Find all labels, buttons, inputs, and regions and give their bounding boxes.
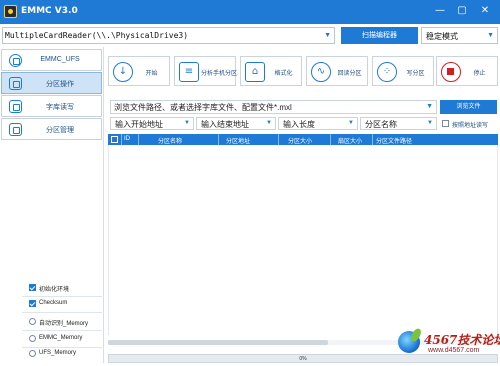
option-label: 按照地址读写 <box>452 123 489 129</box>
rw-icon <box>9 100 22 113</box>
partition-name-input[interactable]: 分区名称 ▼ <box>360 117 437 130</box>
option-label: 初始化环境 <box>39 287 70 293</box>
option-label: EMMC_Memory <box>39 335 83 341</box>
readback-label: 回读分区 <box>337 71 362 77</box>
stop-icon <box>441 62 461 82</box>
start-address-input[interactable]: 输入开始地址 ▼ <box>110 117 194 130</box>
column-header-partition-size[interactable]: 分区大小 <box>288 136 312 145</box>
browse-file-button[interactable]: 浏览文件 <box>440 100 497 114</box>
length-value: 输入长度 <box>283 120 315 129</box>
globe-logo-icon <box>398 331 420 353</box>
partition-table-header: ID 分区名称 分区地址 分区大小 扇区大小 分区文件路径 <box>108 134 498 145</box>
app-logo-icon <box>4 5 17 18</box>
chevron-down-icon: ▼ <box>324 32 331 39</box>
sidebar-item-partition-ops[interactable]: 分区操作 <box>1 72 102 94</box>
checkbox-unchecked[interactable] <box>442 120 449 127</box>
column-header-partition-address[interactable]: 分区地址 <box>226 136 250 145</box>
chevron-down-icon: ▼ <box>426 103 433 110</box>
end-address-input[interactable]: 输入结束地址 ▼ <box>196 117 276 130</box>
title-bar: EMMC V3.0 — ▢ ✕ <box>0 0 500 24</box>
start-button[interactable]: ↓ 开始 <box>108 56 170 86</box>
write-label: 写分区 <box>406 71 425 77</box>
divider <box>372 134 373 145</box>
option-label: 自动识别_Memory <box>39 321 89 327</box>
divider <box>22 296 102 297</box>
divider <box>330 134 331 145</box>
mode-select-value: 稳定模式 <box>426 32 458 41</box>
end-address-value: 输入结束地址 <box>201 120 249 129</box>
column-header-file-path[interactable]: 分区文件路径 <box>376 136 412 145</box>
chevron-down-icon: ▼ <box>427 120 433 126</box>
sidebar-item-label: 分区管理 <box>46 127 74 134</box>
divider <box>22 330 102 331</box>
write-partition-button[interactable]: ⁘ 写分区 <box>372 56 434 86</box>
stop-label: 停止 <box>473 71 486 77</box>
divider <box>218 134 219 145</box>
analyze-label: 分析手机分区 <box>201 71 238 77</box>
manage-icon <box>9 123 22 136</box>
select-all-checkbox[interactable] <box>111 136 118 143</box>
scan-programmer-button[interactable]: 扫描编程器 <box>341 27 418 44</box>
readback-partition-button[interactable]: ∿ 回读分区 <box>306 56 368 86</box>
close-button[interactable]: ✕ <box>474 2 496 20</box>
action-toolbar: ↓ 开始 ≡ 分析手机分区 ⌂ 格式化 ∿ 回读分区 ⁘ 写分区 停止 <box>106 56 498 88</box>
divider <box>278 134 279 145</box>
radio-button[interactable] <box>29 318 36 325</box>
column-header-partition-name[interactable]: 分区名称 <box>158 136 182 145</box>
radio-button[interactable] <box>29 350 36 357</box>
divider <box>22 347 102 348</box>
analyze-icon: ≡ <box>179 62 199 82</box>
download-icon: ↓ <box>113 62 133 82</box>
format-button[interactable]: ⌂ 格式化 <box>240 56 302 86</box>
watermark-url: www.d4567.com <box>428 347 480 354</box>
checkbox-checked[interactable] <box>29 300 36 307</box>
file-path-value: 浏览文件路径、或者选择字库文件、配置文件*.mxl <box>114 103 292 112</box>
partition-name-value: 分区名称 <box>365 120 397 129</box>
chevron-down-icon: ▼ <box>487 32 494 39</box>
length-input[interactable]: 输入长度 ▼ <box>278 117 358 130</box>
option-label: Checksum <box>39 300 68 306</box>
window-title: EMMC V3.0 <box>21 6 78 16</box>
divider <box>121 134 122 145</box>
sidebar-item-rw[interactable]: 字库读写 <box>1 95 102 117</box>
column-header-id[interactable]: ID <box>124 136 130 142</box>
partition-icon <box>9 77 22 90</box>
format-icon: ⌂ <box>245 62 265 82</box>
divider <box>138 134 139 145</box>
chevron-down-icon: ▼ <box>184 120 190 126</box>
radio-button[interactable] <box>29 335 36 342</box>
column-header-sector-size[interactable]: 扇区大小 <box>338 136 362 145</box>
chevron-down-icon: ▼ <box>266 120 272 126</box>
device-bar: MultipleCardReader(\\.\PhysicalDrive3) ▼… <box>0 27 500 45</box>
chip-icon <box>9 54 22 67</box>
watermark-logo: 4567技术论坛 www.d4567.com <box>398 329 500 359</box>
device-select[interactable]: MultipleCardReader(\\.\PhysicalDrive3) ▼ <box>2 27 335 44</box>
sidebar-item-partition-manage[interactable]: 分区管理 <box>1 118 102 140</box>
start-label: 开始 <box>145 71 158 77</box>
maximize-button[interactable]: ▢ <box>451 2 473 20</box>
sidebar-item-label: 分区操作 <box>46 81 74 88</box>
sidebar-item-emmc-ufs[interactable]: EMMC_UFS <box>1 49 102 71</box>
divider <box>22 312 102 313</box>
mode-select[interactable]: 稳定模式 ▼ <box>421 27 498 44</box>
sidebar-item-label: 字库读写 <box>46 104 74 111</box>
write-icon: ⁘ <box>377 62 397 82</box>
readback-icon: ∿ <box>311 62 331 82</box>
checkbox-checked[interactable] <box>29 284 36 291</box>
option-label: UFS_Memory <box>39 350 77 356</box>
device-select-value: MultipleCardReader(\\.\PhysicalDrive3) <box>5 31 189 40</box>
stop-button[interactable]: 停止 <box>436 56 498 86</box>
chevron-down-icon: ▼ <box>348 120 354 126</box>
sidebar: EMMC_UFS 分区操作 字库读写 分区管理 初始化环境 Checksum 自… <box>0 47 104 363</box>
file-path-select[interactable]: 浏览文件路径、或者选择字库文件、配置文件*.mxl ▼ <box>110 100 437 114</box>
sidebar-item-label: EMMC_UFS <box>40 56 80 63</box>
minimize-button[interactable]: — <box>429 2 451 20</box>
start-address-value: 输入开始地址 <box>115 120 163 129</box>
partition-table-body[interactable] <box>108 145 498 335</box>
analyze-partitions-button[interactable]: ≡ 分析手机分区 <box>174 56 238 86</box>
watermark-brand: 4567技术论坛 <box>424 333 500 347</box>
scrollbar-thumb[interactable] <box>108 340 328 345</box>
format-label: 格式化 <box>274 71 293 77</box>
